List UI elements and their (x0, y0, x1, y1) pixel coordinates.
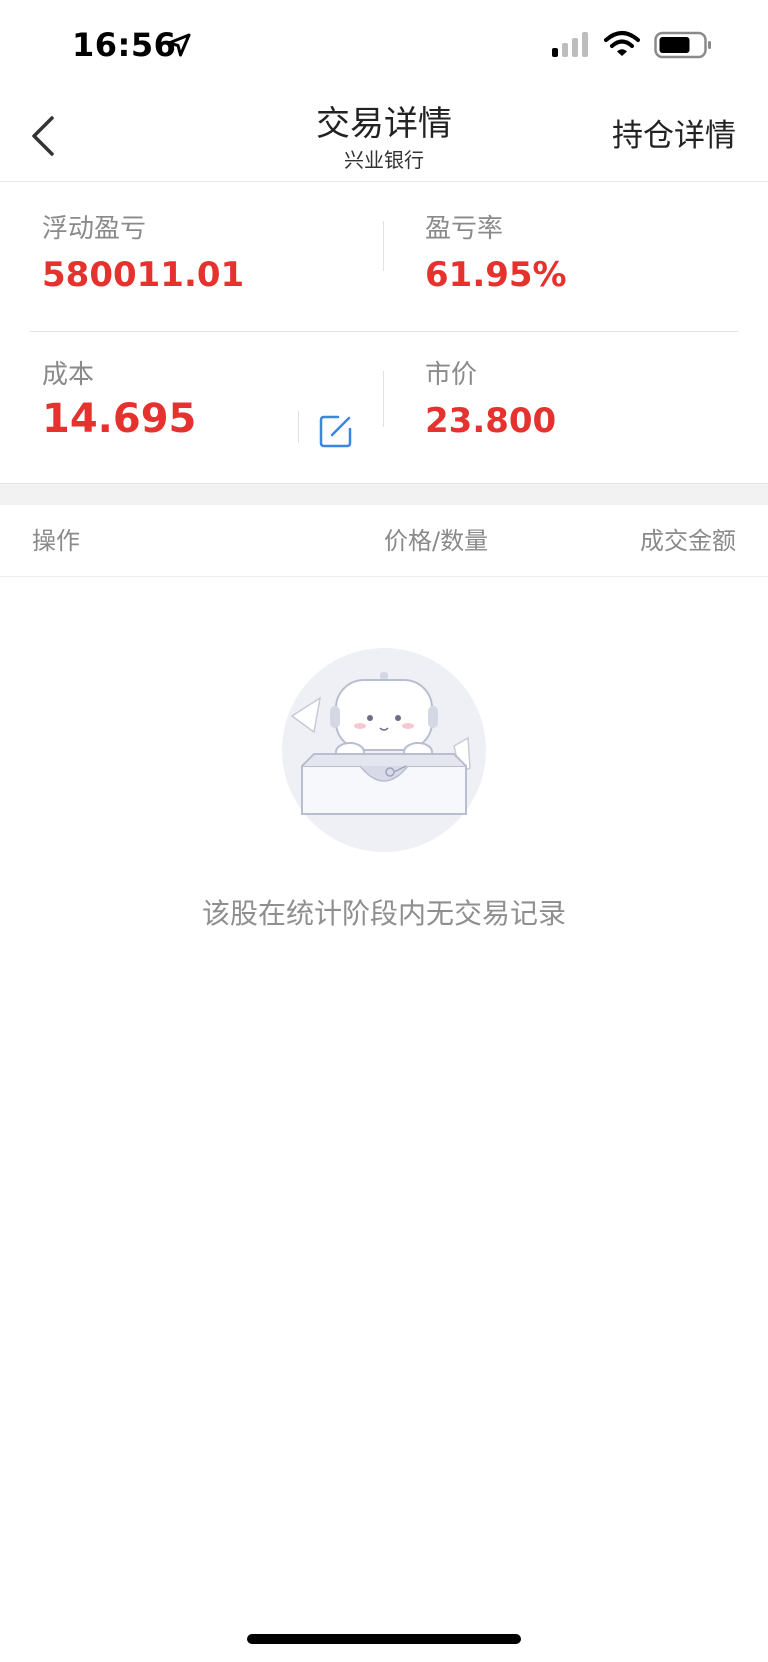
edit-cost-button[interactable] (318, 413, 354, 449)
floating-pl-label: 浮动盈亏 (42, 214, 147, 244)
status-bar: 16:56 (0, 0, 768, 90)
pl-rate-value: 61.95% (425, 255, 567, 295)
battery-icon (654, 31, 711, 59)
cellular-signal-icon (552, 32, 588, 57)
edit-icon (319, 415, 352, 448)
market-price-value: 23.800 (425, 401, 557, 441)
cost-cell: 成本 14.695 (42, 359, 196, 441)
floating-pl-cell: 浮动盈亏 580011.01 (42, 213, 244, 297)
column-header-amount: 成交金额 (640, 527, 736, 555)
screen: 16:56 交易详情 兴业银行 持仓详情 浮动盈亏 580011.01 盈亏率 … (0, 0, 768, 1662)
cost-value: 14.695 (42, 396, 197, 442)
vertical-divider (298, 411, 299, 443)
pl-rate-label: 盈亏率 (425, 214, 504, 244)
empty-state-message: 该股在统计阶段内无交易记录 (201, 897, 566, 930)
position-detail-button[interactable]: 持仓详情 (612, 116, 736, 156)
cost-label: 成本 (42, 360, 95, 390)
floating-pl-value: 580011.01 (42, 255, 245, 295)
nav-bar: 交易详情 兴业银行 持仓详情 (0, 90, 768, 182)
home-indicator[interactable] (247, 1634, 521, 1644)
vertical-divider (383, 371, 384, 427)
location-arrow-icon (167, 33, 191, 57)
empty-robot-icon (282, 648, 486, 852)
section-separator (0, 483, 768, 505)
horizontal-divider (30, 331, 738, 332)
summary-panel: 浮动盈亏 580011.01 盈亏率 61.95% 成本 14.695 市价 2… (0, 183, 768, 483)
pl-rate-cell: 盈亏率 61.95% (425, 213, 567, 297)
status-time: 16:56 (72, 26, 177, 64)
wifi-icon (604, 31, 640, 56)
column-header-operation: 操作 (32, 527, 80, 555)
market-price-label: 市价 (425, 360, 478, 390)
market-price-cell: 市价 23.800 (425, 359, 556, 443)
column-header-price-quantity: 价格/数量 (384, 527, 489, 555)
vertical-divider (383, 221, 384, 271)
table-header: 操作 价格/数量 成交金额 (0, 505, 768, 577)
